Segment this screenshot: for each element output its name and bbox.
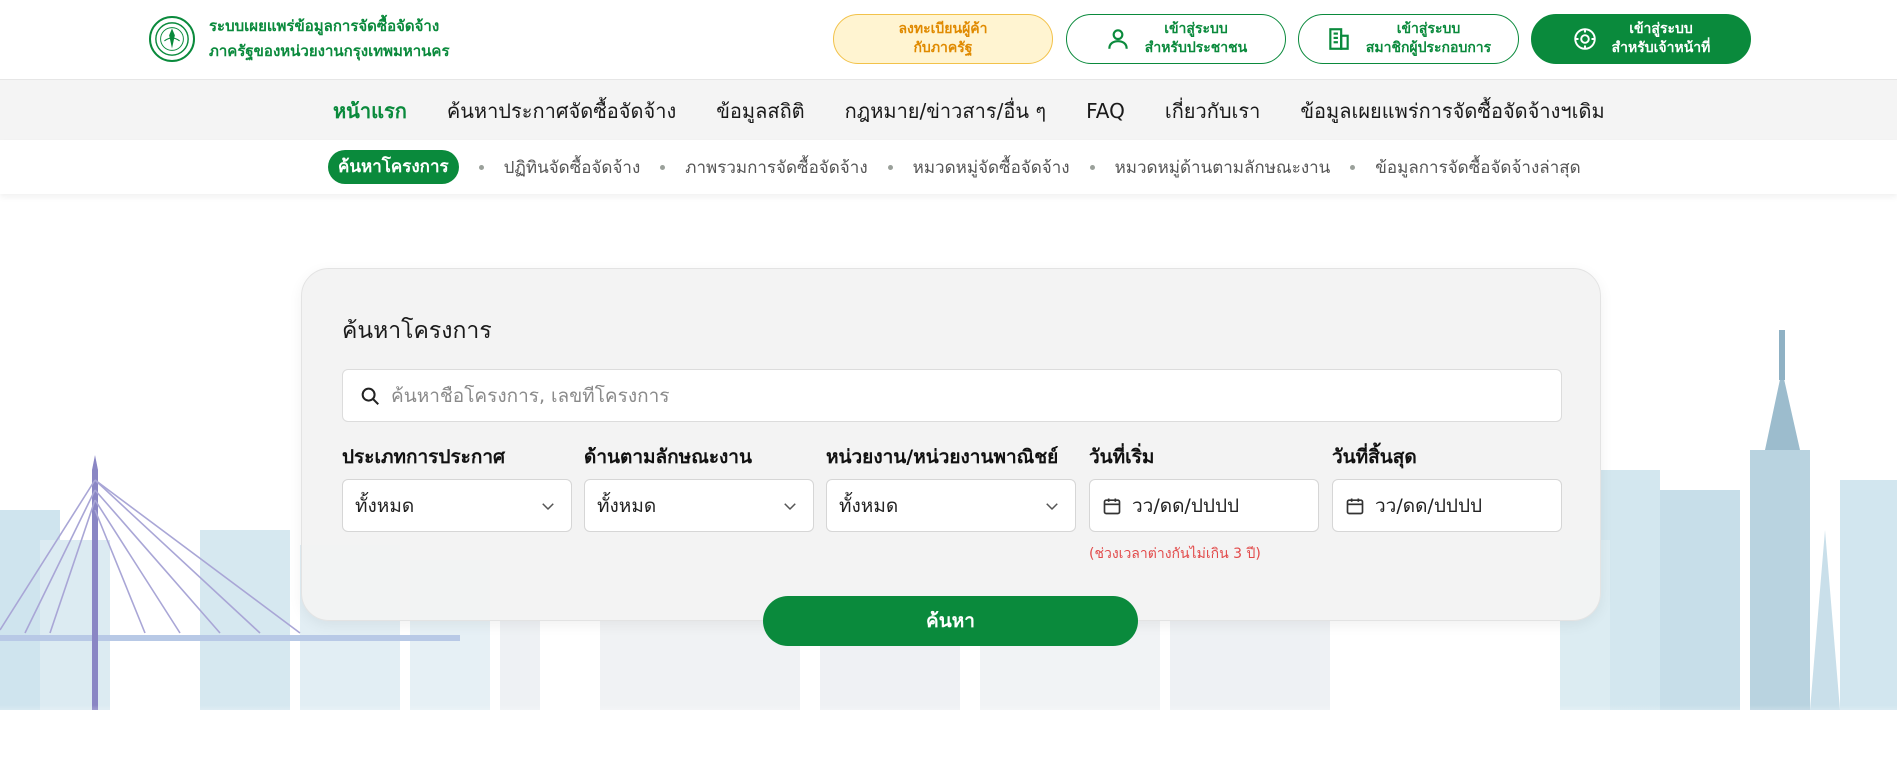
work-category-value: ทั้งหมด: [597, 494, 657, 517]
subnav-search-projects[interactable]: ค้นหาโครงการ: [328, 150, 459, 184]
end-date-label: วันที่สิ้นสุด: [1332, 446, 1417, 468]
end-date-field[interactable]: วว/ดด/ปปปป: [1332, 479, 1562, 532]
subnav-categories[interactable]: หมวดหมู่จัดซื้อจัดจ้าง: [913, 154, 1070, 181]
search-submit-button[interactable]: ค้นหา: [763, 596, 1138, 646]
citizen-login-button[interactable]: เข้าสู่ระบบ สำหรับประชาชน: [1066, 14, 1286, 64]
agency-value: ทั้งหมด: [839, 494, 899, 517]
member-login-button[interactable]: เข้าสู่ระบบ สมาชิกผู้ประกอบการ: [1298, 14, 1519, 64]
subnav-work-categories[interactable]: หมวดหมู่ด้านตามลักษณะงาน: [1115, 154, 1331, 181]
start-date-label: วันที่เริ่ม: [1089, 446, 1155, 468]
separator-dot: [887, 164, 893, 170]
brand-title[interactable]: ระบบเผยแพร่ข้อมูลการจัดซื้อจัดจ้าง ภาครั…: [209, 14, 450, 64]
user-icon: [1108, 29, 1128, 49]
officer-login-line-1: เข้าสู่ระบบ: [1629, 21, 1693, 37]
announce-type-label: ประเภทการประกาศ: [342, 446, 506, 468]
subnav-latest[interactable]: ข้อมูลการจัดซื้อจัดจ้างล่าสุด: [1375, 154, 1580, 181]
register-vendor-button[interactable]: ลงทะเบียนผู้ค้า กับภาครัฐ: [833, 14, 1053, 64]
separator-dot: [660, 164, 666, 170]
search-icon: [361, 387, 379, 405]
announce-type-select[interactable]: ทั้งหมด: [342, 479, 572, 532]
nav-statistics[interactable]: ข้อมูลสถิติ: [716, 95, 804, 127]
search-card: ค้นหาโครงการ ประเภทการประกาศ ทั้งหมด ด้า…: [301, 268, 1601, 621]
nav-home[interactable]: หน้าแรก: [333, 95, 407, 127]
calendar-icon: [1346, 498, 1364, 514]
brand-line-2: ภาครัฐของหน่วยงานกรุงเทพมหานคร: [209, 42, 450, 60]
search-input[interactable]: [391, 384, 1531, 407]
agency-select[interactable]: ทั้งหมด: [826, 479, 1076, 532]
citizen-login-line-2: สำหรับประชาชน: [1144, 40, 1248, 56]
date-range-note: (ช่วงเวลาต่างกันไม่เกิน 3 ปี): [1089, 546, 1261, 562]
register-line-1: ลงทะเบียนผู้ค้า: [898, 21, 988, 37]
nav-law-news[interactable]: กฎหมาย/ข่าวสาร/อื่น ๆ: [845, 95, 1046, 127]
building-icon: [1329, 28, 1349, 50]
nav-about[interactable]: เกี่ยวกับเรา: [1165, 95, 1261, 127]
announce-type-value: ทั้งหมด: [355, 494, 415, 517]
officer-login-line-2: สำหรับเจ้าหน้าที่: [1611, 40, 1711, 56]
chevron-down-icon: [542, 503, 554, 511]
chevron-down-icon: [784, 503, 796, 511]
calendar-icon: [1103, 498, 1121, 514]
citizen-login-line-1: เข้าสู่ระบบ: [1164, 21, 1228, 37]
brand-line-1: ระบบเผยแพร่ข้อมูลการจัดซื้อจัดจ้าง: [209, 17, 440, 35]
chevron-down-icon: [1046, 503, 1058, 511]
member-login-line-1: เข้าสู่ระบบ: [1396, 21, 1461, 37]
gear-icon: [1573, 28, 1596, 50]
search-box[interactable]: [342, 369, 1562, 422]
work-category-label: ด้านตามลักษณะงาน: [584, 446, 752, 468]
separator-dot: [1350, 164, 1356, 170]
page: ระบบเผยแพร่ข้อมูลการจัดซื้อจัดจ้าง ภาครั…: [0, 0, 1897, 763]
subnav-calendar[interactable]: ปฏิทินจัดซื้อจัดจ้าง: [504, 154, 641, 181]
nav-faq[interactable]: FAQ: [1086, 99, 1125, 123]
nav-search-announcements[interactable]: ค้นหาประกาศจัดซื้อจัดจ้าง: [447, 95, 676, 127]
main-nav: หน้าแรก ค้นหาประกาศจัดซื้อจัดจ้าง ข้อมูล…: [0, 79, 1897, 140]
work-category-select[interactable]: ทั้งหมด: [584, 479, 814, 532]
member-login-line-2: สมาชิกผู้ประกอบการ: [1365, 40, 1492, 56]
separator-dot: [478, 164, 484, 170]
start-date-field[interactable]: วว/ดด/ปปปป: [1089, 479, 1319, 532]
register-line-2: กับภาครัฐ: [913, 40, 973, 56]
start-date-placeholder: วว/ดด/ปปปป: [1132, 494, 1240, 517]
separator-dot: [1089, 164, 1095, 170]
subnav-overview[interactable]: ภาพรวมการจัดซื้อจัดจ้าง: [685, 154, 867, 181]
sub-nav: ค้นหาโครงการ ปฏิทินจัดซื้อจัดจ้าง ภาพรวม…: [0, 140, 1897, 194]
nav-legacy-data[interactable]: ข้อมูลเผยแพร่การจัดซื้อจัดจ้างฯเดิม: [1300, 95, 1604, 127]
top-header: ระบบเผยแพร่ข้อมูลการจัดซื้อจัดจ้าง ภาครั…: [0, 0, 1897, 79]
end-date-placeholder: วว/ดด/ปปปป: [1375, 494, 1483, 517]
officer-login-button[interactable]: เข้าสู่ระบบ สำหรับเจ้าหน้าที่: [1531, 14, 1751, 64]
bma-logo-icon[interactable]: [149, 16, 195, 62]
agency-label: หน่วยงาน/หน่วยงานพาณิชย์: [826, 446, 1059, 468]
search-card-title: ค้นหาโครงการ: [342, 318, 492, 344]
